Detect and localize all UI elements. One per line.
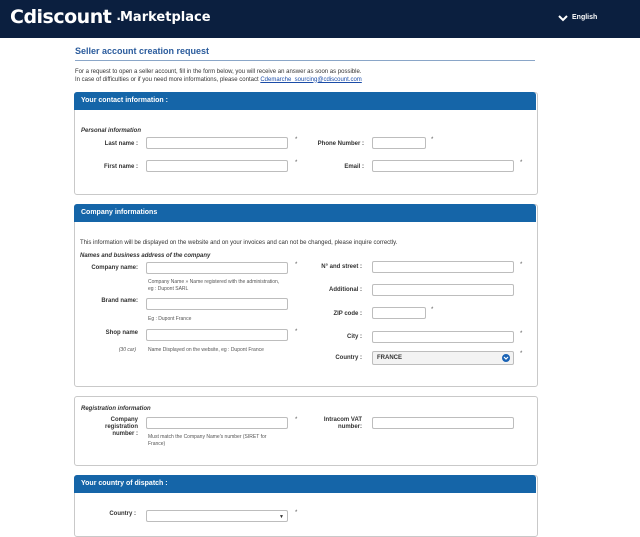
dispatch-panel-header: Your country of dispatch : — [74, 475, 536, 493]
required-mark: * — [520, 331, 523, 337]
company-name-label: Company name: — [91, 265, 138, 271]
required-mark: * — [431, 307, 434, 313]
intro-text: For a request to open a seller account, … — [75, 69, 535, 84]
company-registration-label: Company registration number : — [80, 417, 138, 438]
vat-input[interactable] — [372, 417, 514, 429]
dispatch-country-select[interactable]: ▼ — [146, 510, 288, 522]
street-label: N° and street : — [321, 264, 362, 270]
marketplace-label: Marketplace — [120, 10, 211, 25]
dropdown-arrow-icon: ▼ — [279, 514, 284, 520]
brand-name-label: Brand name: — [101, 298, 138, 304]
required-mark: * — [295, 137, 298, 143]
company-registration-label-3: number : — [112, 431, 138, 437]
intro-line-1: For a request to open a seller account, … — [75, 69, 362, 75]
company-name-hint-line2: eg : Dupont SARL — [148, 285, 189, 292]
required-mark: * — [295, 160, 298, 166]
dispatch-country-label: Country : — [109, 511, 136, 517]
country-label: Country : — [335, 355, 362, 361]
company-registration-label-2: registration — [104, 424, 138, 430]
country-value: FRANCE — [377, 355, 402, 361]
company-name-hint-line1: Company Name » Name registered with the … — [148, 279, 280, 285]
contact-email-link[interactable]: Cdemarche_sourcing@cdiscount.com — [260, 77, 361, 83]
required-mark: * — [295, 262, 298, 268]
logo[interactable]: Cdiscount · — [10, 6, 123, 28]
shop-name-input[interactable] — [146, 329, 288, 341]
company-registration-hint-line2: France) — [148, 440, 166, 447]
brand-name-input[interactable] — [146, 298, 288, 310]
zip-label: ZIP code : — [333, 311, 362, 317]
language-label: English — [572, 14, 598, 21]
required-mark: * — [295, 417, 298, 423]
company-registration-hint-line1: Must match the Company Name's number (SI… — [148, 434, 267, 440]
last-name-input[interactable] — [146, 137, 288, 149]
company-heading: Company informations — [81, 209, 158, 216]
first-name-label: First name : — [103, 164, 138, 170]
intro-line-2-text: In case of difficulties or if you need m… — [75, 76, 261, 83]
shop-name-hint: Name Displayed on the website, eg : Dupo… — [148, 347, 264, 353]
contact-panel-header: Your contact information : — [74, 92, 536, 110]
company-panel-header: Company informations — [74, 204, 536, 222]
last-name-label: Last name : — [104, 141, 138, 147]
company-registration-hint: Must match the Company Name's number (SI… — [148, 434, 266, 447]
required-mark: * — [520, 160, 523, 166]
top-header: Cdiscount · Marketplace English — [0, 0, 640, 38]
shop-name-counter: (30 car) — [118, 347, 136, 353]
street-input[interactable] — [372, 261, 514, 273]
city-label: City : — [347, 334, 362, 340]
page-title: Seller account creation request — [75, 46, 210, 56]
phone-label: Phone Number : — [317, 141, 364, 147]
company-name-hint: Company Name » Name registered with the … — [148, 279, 279, 292]
vat-label: Intracom VAT number: — [300, 417, 362, 431]
additional-input[interactable] — [372, 284, 514, 296]
business-address-title: Names and business address of the compan… — [80, 253, 211, 259]
logo-text: Cdiscount — [10, 6, 112, 28]
company-name-input[interactable] — [146, 262, 288, 274]
required-mark: * — [520, 351, 523, 357]
email-input[interactable] — [372, 160, 514, 172]
first-name-input[interactable] — [146, 160, 288, 172]
phone-input[interactable] — [372, 137, 426, 149]
company-info-note: This information will be displayed on th… — [80, 240, 398, 246]
registration-info-title: Registration information — [81, 406, 151, 412]
personal-info-title: Personal information — [81, 128, 142, 134]
city-input[interactable] — [372, 331, 514, 343]
title-divider — [75, 60, 535, 61]
select-arrow-icon — [502, 354, 510, 362]
email-label: Email : — [344, 164, 364, 170]
dispatch-heading: Your country of dispatch : — [81, 480, 168, 487]
required-mark: * — [295, 329, 298, 335]
country-select[interactable]: FRANCE — [372, 351, 514, 365]
chevron-down-icon — [558, 15, 568, 22]
intro-line-2: In case of difficulties or if you need m… — [75, 77, 535, 85]
contact-heading: Your contact information : — [81, 97, 168, 104]
shop-name-label: Shop name — [105, 330, 138, 336]
company-registration-input[interactable] — [146, 417, 288, 429]
vat-label-2: number: — [338, 424, 362, 430]
required-mark: * — [520, 262, 523, 268]
required-mark: * — [431, 137, 434, 143]
additional-label: Additional : — [329, 287, 362, 293]
vat-label-1: Intracom VAT — [323, 417, 362, 423]
brand-name-hint: Eg : Dupont France — [148, 316, 192, 322]
required-mark: * — [295, 510, 298, 516]
zip-input[interactable] — [372, 307, 426, 319]
company-registration-label-1: Company — [110, 417, 138, 423]
